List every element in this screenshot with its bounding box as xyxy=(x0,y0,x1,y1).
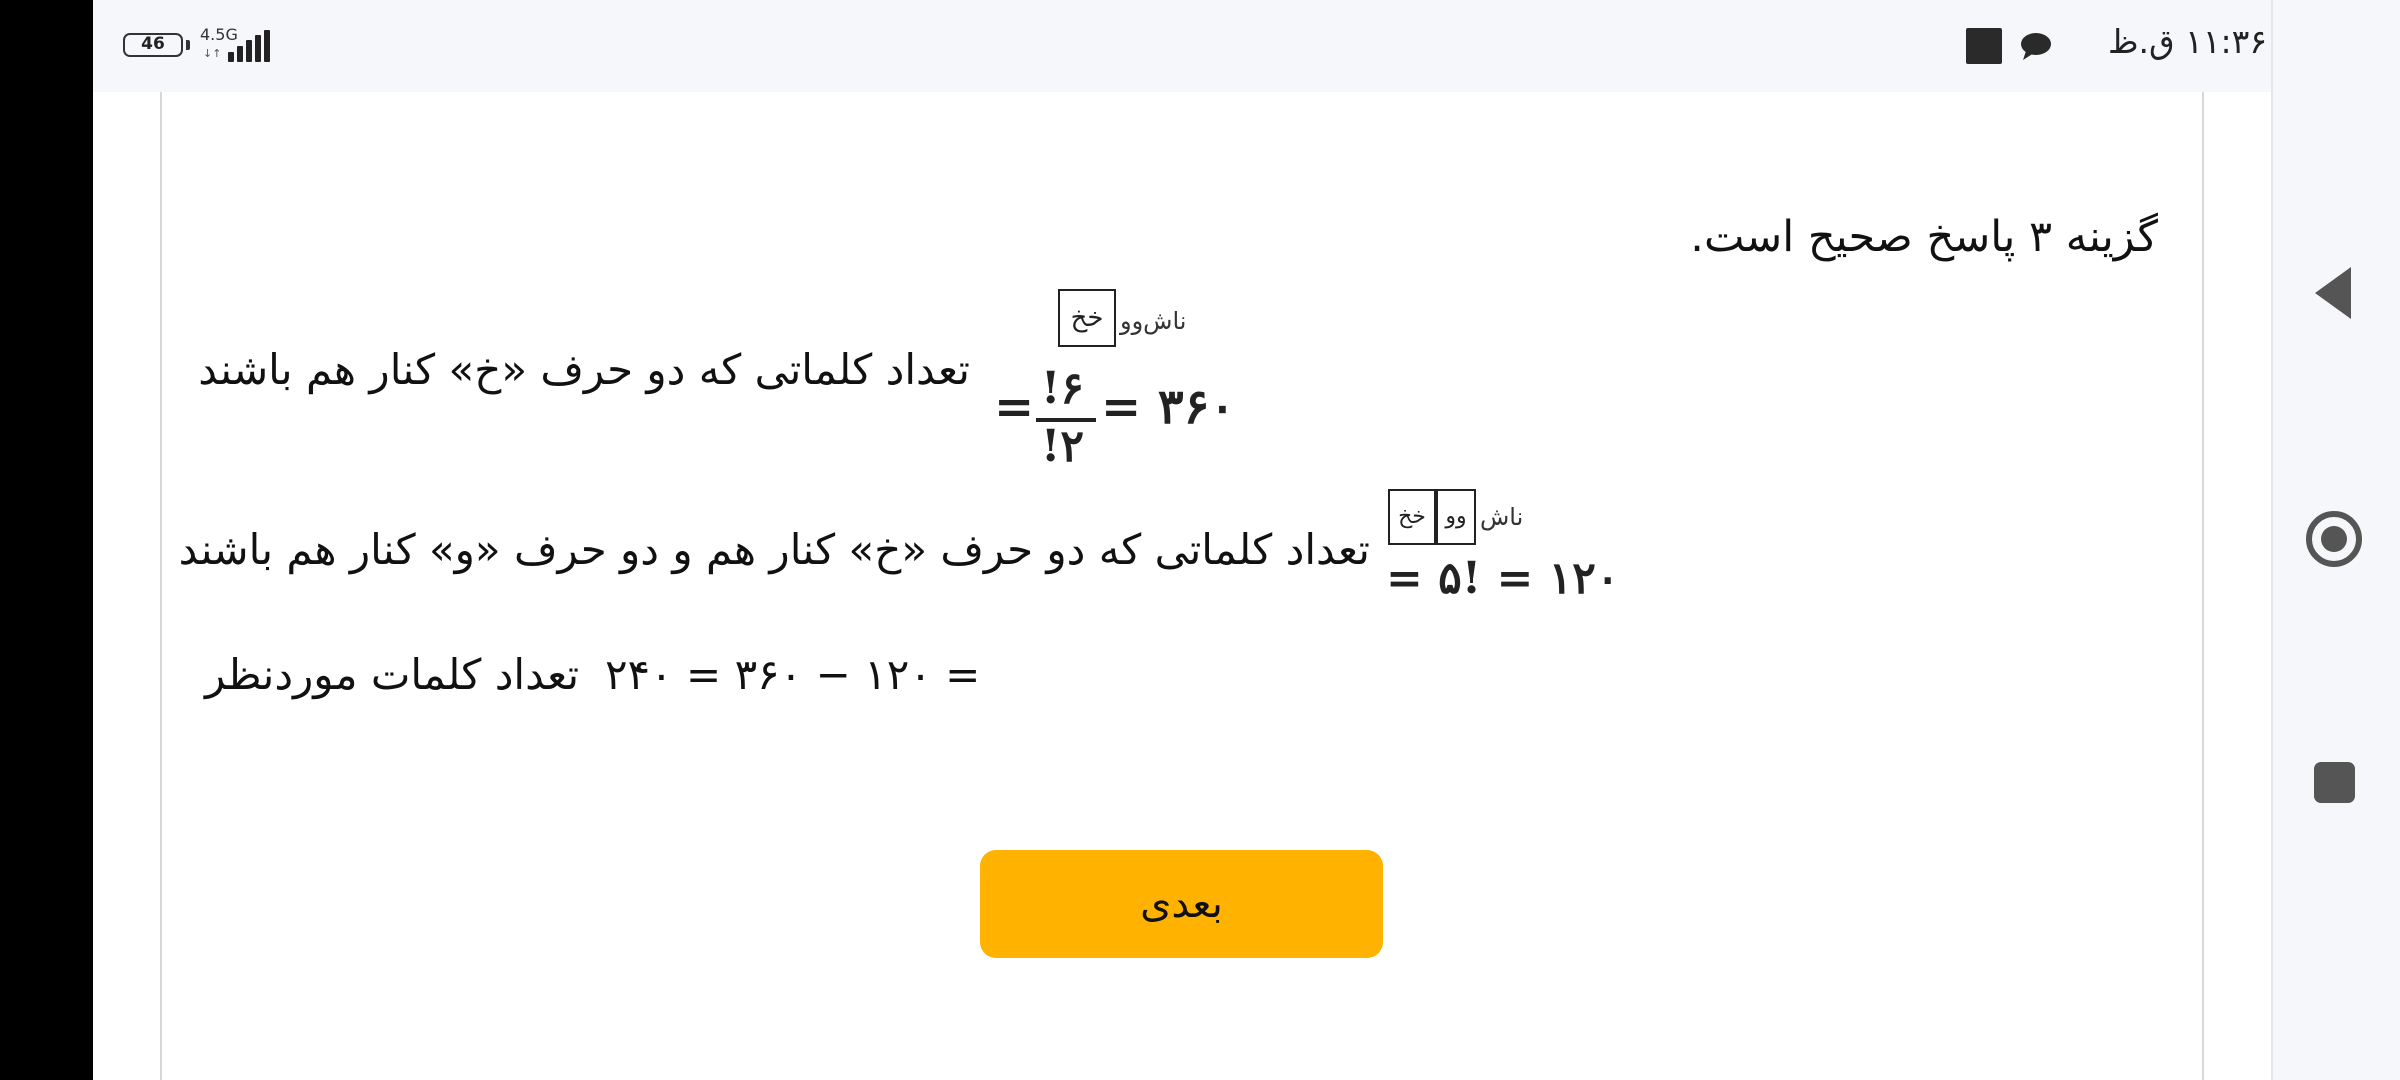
recent-apps-icon[interactable] xyxy=(2314,762,2355,803)
battery-tip xyxy=(186,40,190,50)
chat-icon xyxy=(2021,33,2051,60)
formula-1: خخ ناش‌وو = !۶ !۲ = ۳۶۰ xyxy=(986,285,1236,475)
formula1-box: خخ xyxy=(1058,289,1116,347)
clock: ۱۱:۳۶ ق.ظ xyxy=(2108,22,2268,61)
line1-text: تعداد کلماتی که دو حرف «خ» کنار هم باشند xyxy=(198,345,970,394)
signal-icon xyxy=(228,30,272,62)
home-icon[interactable] xyxy=(2306,511,2362,567)
next-button[interactable]: بعدی xyxy=(980,850,1383,958)
network-activity-icon: ↓↑ xyxy=(203,47,222,60)
back-icon[interactable] xyxy=(2315,267,2351,319)
formula2-expression: = ۵! = ۱۲۰ xyxy=(1386,553,1620,604)
left-black-strip xyxy=(0,0,93,1080)
formula1-numerator: !۶ xyxy=(1041,363,1084,414)
formula1-denominator: !۲ xyxy=(1041,421,1084,472)
formula1-letters: ناش‌وو xyxy=(1120,307,1187,335)
answer-text: گزینه ۳ پاسخ صحیح است. xyxy=(1690,212,2158,262)
formula1-left-equals: = xyxy=(994,379,1035,435)
formula2-letters: ناش xyxy=(1480,503,1524,531)
square-icon xyxy=(1966,28,2002,64)
formula1-result: = ۳۶۰ xyxy=(1101,379,1236,435)
status-bar xyxy=(93,0,2271,92)
line2-text: تعداد کلماتی که دو حرف «خ» کنار هم و دو … xyxy=(178,525,1370,574)
formula-2: وو خخ ناش = ۵! = ۱۲۰ xyxy=(1380,485,1620,615)
formula2-box-waw: وو xyxy=(1436,489,1476,545)
line3-equation: ۲۴۰ = ۳۶۰ − ۱۲۰ = xyxy=(605,650,981,699)
battery-icon: 46 xyxy=(123,33,183,57)
formula2-box-kha: خخ xyxy=(1388,489,1436,545)
line3-label: تعداد کلمات موردنظر xyxy=(205,650,580,699)
battery-level: 46 xyxy=(141,34,165,54)
